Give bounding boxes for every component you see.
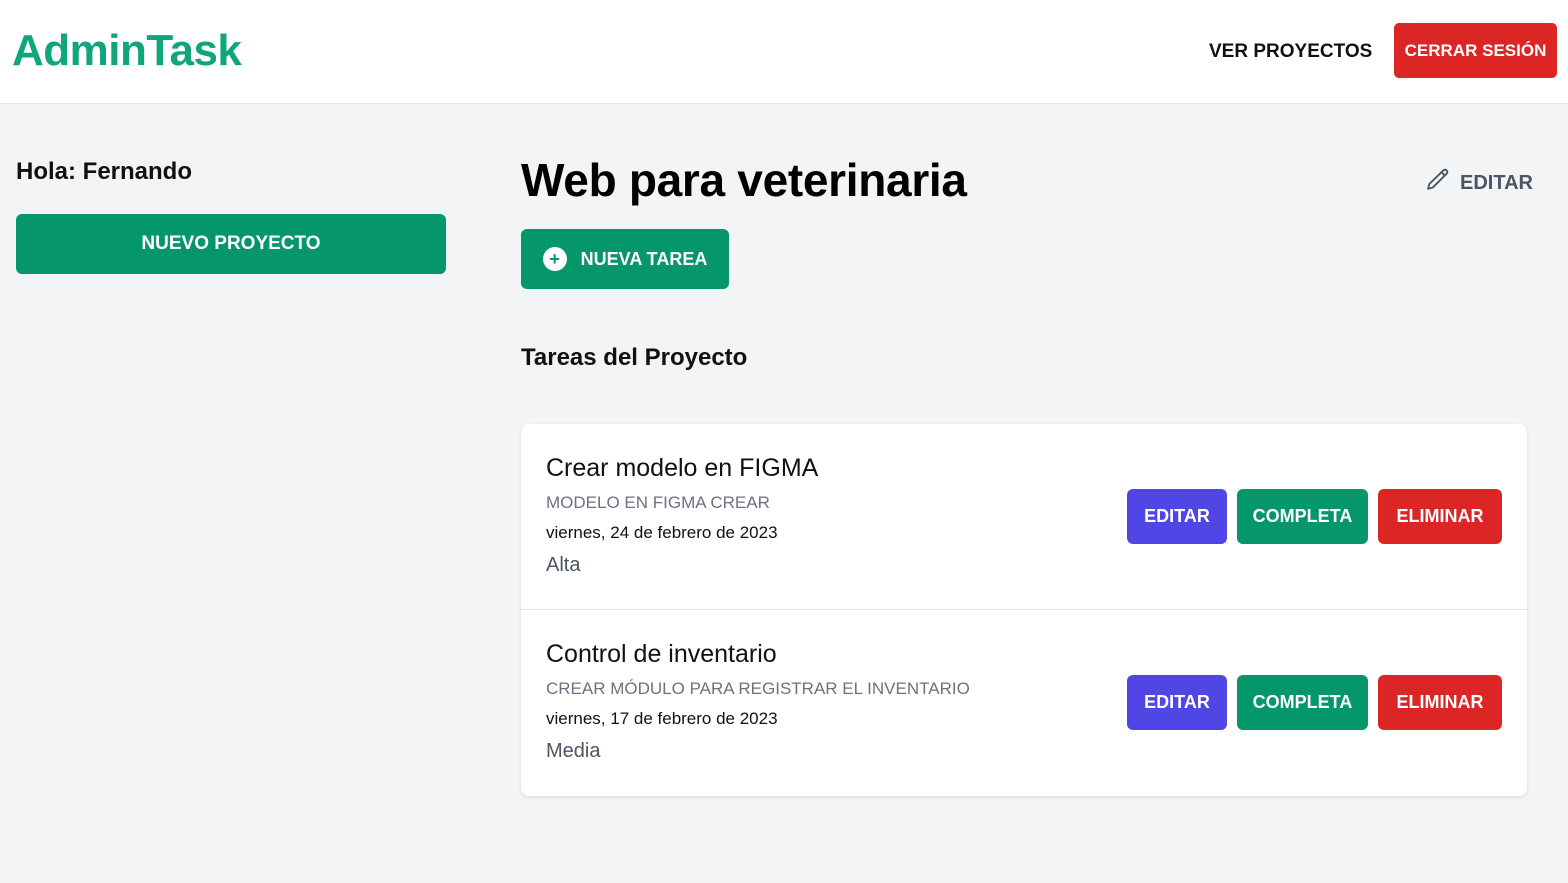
tasks-list: Crear modelo en FIGMA MODELO EN FIGMA CR…	[521, 424, 1527, 796]
top-header: AdminTask VER PROYECTOS CERRAR SESIÓN	[0, 0, 1568, 104]
task-actions: EDITAR COMPLETA ELIMINAR	[1127, 675, 1502, 730]
new-task-button[interactable]: + NUEVA TAREA	[521, 229, 729, 289]
task-description: CREAR MÓDULO PARA REGISTRAR EL INVENTARI…	[546, 679, 970, 698]
edit-task-button[interactable]: EDITAR	[1127, 675, 1227, 730]
task-row: Control de inventario CREAR MÓDULO PARA …	[521, 610, 1527, 796]
task-row: Crear modelo en FIGMA MODELO EN FIGMA CR…	[521, 424, 1527, 610]
pencil-icon	[1424, 166, 1452, 200]
new-task-label: NUEVA TAREA	[580, 248, 708, 269]
tasks-heading: Tareas del Proyecto	[521, 344, 748, 371]
task-description: MODELO EN FIGMA CREAR	[546, 493, 770, 512]
delete-task-button[interactable]: ELIMINAR	[1378, 489, 1502, 544]
delete-task-button[interactable]: ELIMINAR	[1378, 675, 1502, 730]
task-date: viernes, 17 de febrero de 2023	[546, 709, 778, 728]
project-title: Web para veterinaria	[521, 154, 967, 206]
task-date: viernes, 24 de febrero de 2023	[546, 523, 778, 542]
edit-task-button[interactable]: EDITAR	[1127, 489, 1227, 544]
task-name: Control de inventario	[546, 640, 777, 668]
edit-project-link[interactable]: EDITAR	[1424, 166, 1533, 200]
edit-project-label: EDITAR	[1460, 171, 1533, 194]
task-actions: EDITAR COMPLETA ELIMINAR	[1127, 489, 1502, 544]
new-project-button[interactable]: NUEVO PROYECTO	[16, 214, 446, 274]
app-logo[interactable]: AdminTask	[12, 26, 242, 76]
greeting-text: Hola: Fernando	[16, 158, 193, 185]
logout-button[interactable]: CERRAR SESIÓN	[1394, 23, 1557, 78]
complete-task-button[interactable]: COMPLETA	[1237, 489, 1368, 544]
view-projects-link[interactable]: VER PROYECTOS	[1209, 41, 1372, 63]
complete-task-button[interactable]: COMPLETA	[1237, 675, 1368, 730]
task-priority: Alta	[546, 554, 581, 576]
task-priority: Media	[546, 740, 601, 762]
task-name: Crear modelo en FIGMA	[546, 454, 819, 482]
plus-circle-icon: +	[542, 247, 567, 271]
